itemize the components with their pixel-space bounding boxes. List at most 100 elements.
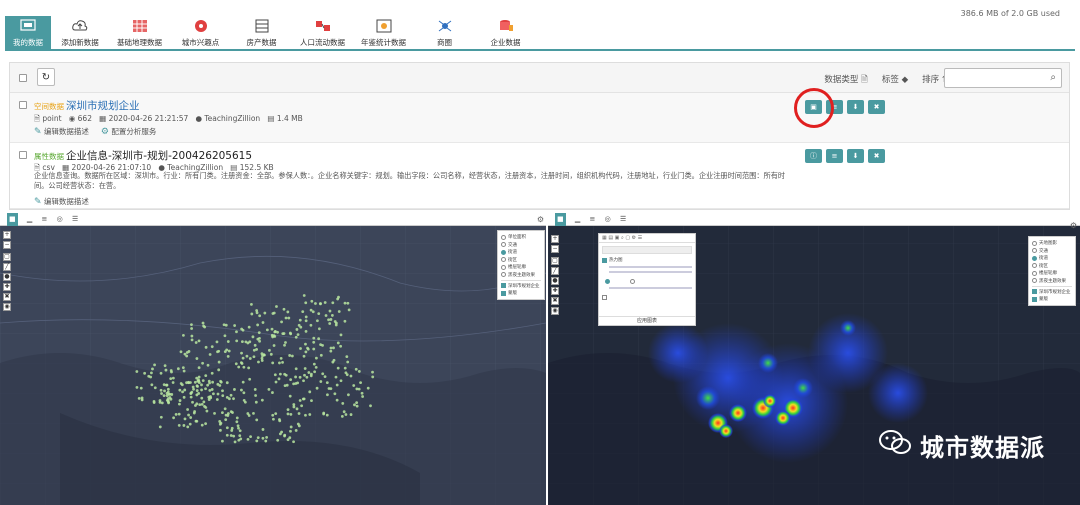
point-marker (337, 295, 340, 299)
point-marker (193, 380, 197, 384)
info-button[interactable]: ⓘ (805, 149, 822, 163)
tab-add-data[interactable]: 添加新数据 (51, 16, 109, 51)
mode-radios[interactable] (605, 279, 692, 284)
map-toolbar: ■ ▁ ≡ ◎ ☰ (0, 213, 546, 226)
point-marker (162, 383, 166, 387)
edit-description-link[interactable]: 编辑数据描述 (44, 127, 89, 136)
overlay-checkbox[interactable]: 蒙版 (1032, 296, 1072, 302)
map-divider[interactable] (546, 213, 548, 505)
chart-icon[interactable]: ▁ (575, 213, 580, 226)
data-list-panel: ↻ 数据类型 🗎 标签 ◆ 排序 ⇅ ⌕ 空间数据 深圳市规划企业 🗎 poin… (9, 62, 1070, 210)
tab-real-estate[interactable]: 房产数据 (231, 16, 292, 51)
layer-option[interactable]: 街道 (501, 249, 541, 255)
layer-option[interactable]: 黑夜主题效果 (1032, 278, 1072, 284)
zoom-in-button[interactable]: + (3, 231, 11, 239)
zoom-out-button[interactable]: − (3, 241, 11, 249)
tab-population-flow[interactable]: 人口流动数据 (292, 16, 353, 51)
layer-option[interactable]: 楼层轮廓 (1032, 270, 1072, 276)
delete-button[interactable]: ✖ (868, 100, 885, 114)
pan-button[interactable]: ✚ (3, 283, 11, 291)
zoom-out-button[interactable]: − (551, 245, 559, 253)
apply-button[interactable]: 应用图表 (599, 316, 695, 325)
teal-square-icon[interactable]: ■ (555, 213, 566, 226)
item-title-link[interactable]: 深圳市规划企业 (66, 98, 140, 113)
tag-filter[interactable]: 标签 ◆ (882, 73, 908, 88)
layer-option[interactable]: 黑夜主题效果 (501, 272, 541, 278)
point-marker (273, 330, 277, 334)
data-item-row[interactable]: 属性数据 企业信息-深圳市-规划-200426205615 🗎 csv ▦ 20… (10, 143, 1069, 209)
menu-icon[interactable]: ☰ (620, 213, 626, 226)
pan-button[interactable]: ✚ (551, 287, 559, 295)
point-marker (341, 402, 345, 405)
edit-description-link[interactable]: 编辑数据描述 (44, 197, 89, 206)
menu-icon[interactable]: ☰ (72, 213, 78, 226)
radius-slider[interactable] (609, 266, 692, 268)
tab-enterprise[interactable]: 企业数据 (475, 16, 536, 51)
zoom-in-button[interactable]: + (551, 235, 559, 243)
data-item-row[interactable]: 空间数据 深圳市规划企业 🗎 point ◉ 662 ▦ 2020-04-26 … (10, 93, 1069, 143)
map-toolbar: ■ ▁ ≡ ◎ ☰ (548, 213, 1080, 226)
configure-service-link[interactable]: 配置分析服务 (111, 127, 156, 136)
overlay-checkbox[interactable]: 深圳市规划企业 (501, 283, 541, 289)
select-all-checkbox[interactable] (19, 74, 27, 82)
heatmap-toggle[interactable]: 热力图 (602, 257, 692, 263)
locate-button[interactable]: ● (551, 277, 559, 285)
measure-button[interactable]: ╱ (551, 267, 559, 275)
layer-option[interactable]: 街道 (1032, 255, 1072, 261)
layer-option[interactable]: 交通 (501, 242, 541, 248)
measure-button[interactable]: ╱ (3, 263, 11, 271)
overlay-checkbox[interactable]: 蒙版 (501, 290, 541, 296)
point-marker (197, 366, 201, 370)
item-links: ✎ 编辑数据描述 ⚙ 配置分析服务 (34, 126, 156, 137)
gear-icon[interactable]: ⚙ (1070, 221, 1077, 230)
panel-tabs[interactable]: ▦ ▤ ▣ ⌕ ▢ ⚙ ☰ (599, 234, 695, 243)
tab-basic-geo[interactable]: 基础地理数据 (109, 16, 170, 51)
download-button[interactable]: ⬇ (847, 100, 864, 114)
layer-option[interactable]: 楼层轮廓 (501, 264, 541, 270)
layer-option[interactable]: 天地图影 (1032, 240, 1072, 246)
expand-button[interactable]: ✖ (551, 297, 559, 305)
list-icon[interactable]: ≡ (589, 213, 595, 226)
table-view-button[interactable]: ≡ (826, 149, 843, 163)
blur-slider[interactable] (609, 287, 692, 289)
layer-option[interactable]: 交通 (1032, 248, 1072, 254)
layer-option[interactable]: 街区 (501, 257, 541, 263)
target-icon[interactable]: ◎ (605, 213, 611, 226)
delete-button[interactable]: ✖ (868, 149, 885, 163)
point-marker (252, 355, 256, 359)
item-title-link[interactable]: 企业信息-深圳市-规划-200426205615 (66, 148, 252, 163)
gear-icon[interactable]: ⚙ (537, 215, 544, 224)
tab-yearbook[interactable]: 年鉴统计数据 (353, 16, 414, 51)
opacity-slider[interactable] (609, 271, 692, 273)
teal-square-icon[interactable]: ■ (7, 213, 18, 226)
point-marker (296, 333, 300, 337)
fullscreen-button[interactable]: ▢ (551, 257, 559, 265)
legend-toggle[interactable] (602, 295, 692, 300)
tab-my-data[interactable]: 我的数据 (5, 16, 51, 51)
overlay-checkbox[interactable]: 深圳市规划企业 (1032, 289, 1072, 295)
row-checkbox[interactable] (19, 101, 27, 109)
row-checkbox[interactable] (19, 151, 27, 159)
info-button[interactable]: ◉ (3, 303, 11, 311)
fullscreen-button[interactable]: ▢ (3, 253, 11, 261)
download-button[interactable]: ⬇ (847, 149, 864, 163)
layer-option[interactable]: 单位面积 (501, 234, 541, 240)
refresh-button[interactable]: ↻ (37, 68, 55, 86)
info-button[interactable]: ◉ (551, 307, 559, 315)
tab-city-poi[interactable]: 城市兴趣点 (170, 16, 231, 51)
list-icon[interactable]: ≡ (41, 213, 47, 226)
tab-business-district[interactable]: 商圈 (414, 16, 475, 51)
expand-button[interactable]: ✖ (3, 293, 11, 301)
point-map-view[interactable]: ■ ▁ ≡ ◎ ☰ ⚙ + − ▢ ╱ ● ✚ ✖ ◉ 单位面积 交通 街道 街… (0, 213, 546, 505)
layer-option[interactable]: 街区 (1032, 263, 1072, 269)
locate-button[interactable]: ● (3, 273, 11, 281)
point-marker (237, 365, 241, 369)
point-marker (160, 392, 163, 395)
target-icon[interactable]: ◎ (57, 213, 63, 226)
heatmap-field-select[interactable] (602, 246, 692, 254)
chart-icon[interactable]: ▁ (27, 213, 32, 226)
search-input[interactable]: ⌕ (944, 68, 1062, 88)
point-marker (335, 398, 339, 402)
data-type-filter[interactable]: 数据类型 🗎 (824, 73, 868, 88)
point-marker (277, 377, 281, 381)
